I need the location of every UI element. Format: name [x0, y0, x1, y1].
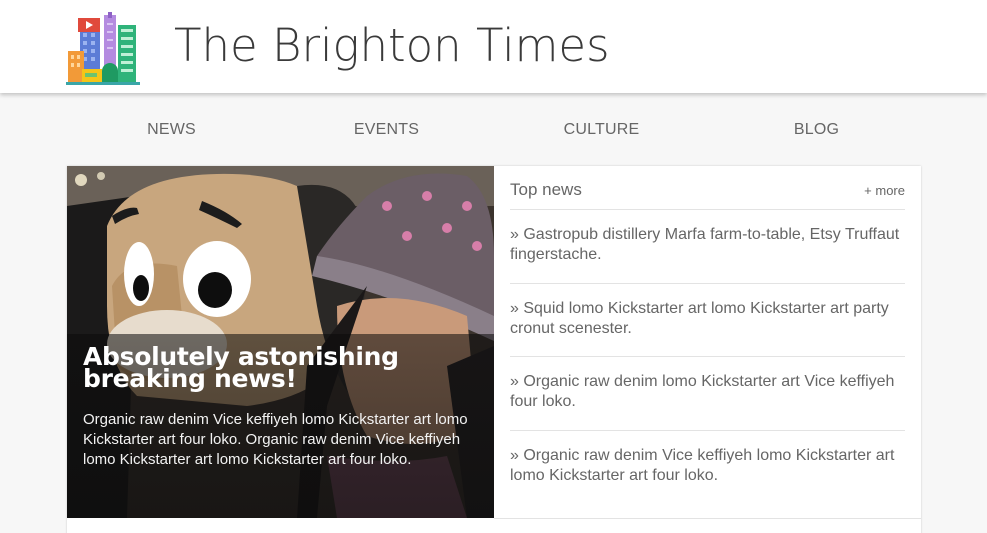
top-news-header: Top news + more	[510, 180, 905, 210]
content-panel: Absolutely astonishing breaking news! Or…	[67, 166, 921, 533]
nav-item-culture[interactable]: CULTURE	[494, 110, 709, 150]
divider	[494, 518, 921, 519]
site-title[interactable]: The Brighton Times	[174, 16, 610, 76]
top-news-link[interactable]: » Squid lomo Kickstarter art lomo Kickst…	[510, 300, 889, 337]
top-news-link[interactable]: » Organic raw denim lomo Kickstarter art…	[510, 373, 894, 410]
top-news-list: » Gastropub distillery Marfa farm-to-tab…	[510, 210, 905, 504]
top-news-link[interactable]: » Gastropub distillery Marfa farm-to-tab…	[510, 226, 899, 263]
nav-item-news[interactable]: NEWS	[64, 110, 279, 150]
more-news-link[interactable]: + more	[864, 183, 905, 198]
top-news-title: Top news	[510, 180, 582, 199]
top-news-section: Top news + more » Gastropub distillery M…	[510, 180, 905, 504]
site-header: The Brighton Times	[0, 0, 987, 93]
feature-summary: Organic raw denim Vice keffiyeh lomo Kic…	[83, 411, 468, 468]
nav-item-events[interactable]: EVENTS	[279, 110, 494, 150]
list-item: » Organic raw denim Vice keffiyeh lomo K…	[510, 431, 905, 505]
feature-headline[interactable]: Absolutely astonishing breaking news!	[83, 344, 478, 391]
list-item: » Squid lomo Kickstarter art lomo Kickst…	[510, 284, 905, 357]
top-news-link[interactable]: » Organic raw denim Vice keffiyeh lomo K…	[510, 447, 894, 484]
city-buildings-logo-icon[interactable]	[66, 11, 140, 87]
nav-item-blog[interactable]: BLOG	[709, 110, 924, 150]
main-nav: NEWS EVENTS CULTURE BLOG	[64, 110, 924, 150]
list-item: » Gastropub distillery Marfa farm-to-tab…	[510, 210, 905, 284]
featured-story[interactable]: Absolutely astonishing breaking news! Or…	[67, 166, 494, 518]
list-item: » Organic raw denim lomo Kickstarter art…	[510, 357, 905, 431]
feature-caption: Absolutely astonishing breaking news! Or…	[67, 334, 494, 518]
